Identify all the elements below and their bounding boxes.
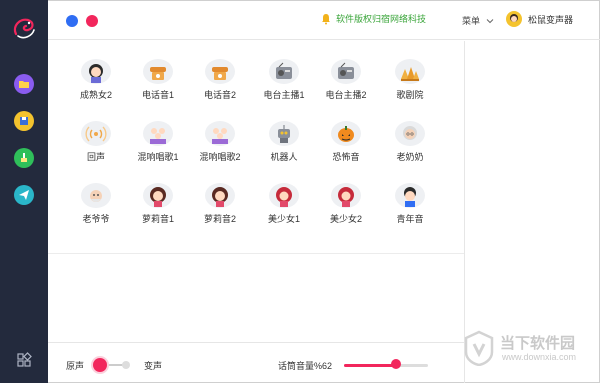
menu-label: 菜单: [462, 16, 481, 26]
opera-house-icon: [395, 59, 425, 84]
voice-toggle-end: [122, 361, 130, 369]
voice-item[interactable]: 青年音: [378, 165, 442, 225]
avatar: [506, 11, 522, 27]
voice-item[interactable]: 电话音1: [126, 41, 190, 101]
pumpkin-icon: [331, 121, 361, 146]
voice-item[interactable]: 老奶奶: [378, 103, 442, 163]
grandpa-icon: [81, 183, 111, 208]
voice-item[interactable]: 电台主播1: [252, 41, 316, 101]
mic-volume-label: 话筒音量%62: [278, 361, 333, 371]
sidebar-folder-button[interactable]: [14, 74, 34, 94]
changed-voice-label: 变声: [144, 361, 163, 371]
voice-item-label: 回声: [86, 152, 105, 162]
user-name: 松鼠变声器: [528, 14, 574, 25]
watermark-url: www.downxia.com: [502, 352, 577, 362]
voice-item-label: 美少女1: [267, 214, 300, 224]
radio-icon: [269, 59, 299, 84]
mic-volume-fill: [344, 364, 397, 367]
voice-item-label: 萝莉音1: [141, 214, 174, 224]
voice-item[interactable]: 美少女2: [314, 165, 378, 225]
voice-item[interactable]: 萝莉音2: [188, 165, 252, 225]
grid-divider: [48, 253, 464, 254]
voice-item[interactable]: 美少女1: [252, 165, 316, 225]
radio-icon: [331, 59, 361, 84]
copyright-notice: 软件版权归宿网络科技: [320, 12, 426, 25]
voice-item-label: 电话音1: [141, 90, 174, 100]
loli-girl-icon: [205, 183, 235, 208]
watermark-title: 当下软件园: [500, 335, 576, 352]
watermark: 当下软件园 www.downxia.com: [462, 330, 598, 380]
voice-item[interactable]: 电话音2: [188, 41, 252, 101]
choir-icon: [143, 121, 173, 146]
sidebar: [0, 0, 48, 383]
mic-volume-slider[interactable]: [344, 364, 428, 367]
beauty-girl-icon: [269, 183, 299, 208]
apps-grid-icon[interactable]: [16, 352, 32, 368]
voice-item-label: 萝莉音2: [203, 214, 236, 224]
telephone-icon: [143, 59, 173, 84]
header: 软件版权归宿网络科技 菜单 松鼠变声器: [48, 0, 600, 40]
sidebar-share-button[interactable]: [14, 185, 34, 205]
notice-text: 软件版权归宿网络科技: [336, 14, 427, 24]
voice-item-label: 老奶奶: [396, 152, 424, 162]
voice-item-label: 老爷爷: [82, 214, 110, 224]
voice-item-label: 青年音: [396, 214, 424, 224]
voice-item-label: 电台主播2: [325, 90, 367, 100]
voice-item[interactable]: 机器人: [252, 103, 316, 163]
voice-item[interactable]: 混响唱歌1: [126, 103, 190, 163]
voice-item[interactable]: 回声: [64, 103, 128, 163]
voice-toggle-knob[interactable]: [93, 358, 107, 372]
broom-icon: [21, 153, 27, 162]
blue-dot-button[interactable]: [66, 15, 78, 27]
original-voice-label: 原声: [66, 361, 85, 371]
voice-item-label: 电话音2: [203, 90, 236, 100]
robot-icon: [269, 121, 299, 146]
voice-item[interactable]: 成熟女2: [64, 41, 128, 101]
voice-item[interactable]: 萝莉音1: [126, 165, 190, 225]
mature-woman-icon: [81, 59, 111, 84]
voice-item-label: 美少女2: [329, 214, 362, 224]
voice-grid-panel: 成熟女2 电话音1 电话音2 电台主播1 电台主播2 歌剧院回声 混响唱歌1 混响唱歌2 机器人…: [48, 41, 464, 341]
watermark-logo-icon: [464, 330, 494, 366]
squirrel-logo-icon: [13, 18, 35, 39]
bottom-bar: 原声 变声 话筒音量%62: [48, 342, 464, 383]
folder-icon: [19, 81, 29, 88]
echo-icon: [81, 121, 111, 146]
paper-plane-icon: [19, 190, 29, 200]
voice-item[interactable]: 电台主播2: [314, 41, 378, 101]
sidebar-save-button[interactable]: [14, 111, 34, 131]
grandma-icon: [395, 121, 425, 146]
young-man-icon: [395, 183, 425, 208]
red-dot-button[interactable]: [86, 15, 98, 27]
voice-item-label: 成熟女2: [79, 90, 112, 100]
voice-item[interactable]: 混响唱歌2: [188, 103, 252, 163]
bell-icon: [322, 13, 330, 24]
voice-item-label: 电台主播1: [263, 90, 305, 100]
floppy-icon: [20, 117, 28, 125]
loli-girl-icon: [143, 183, 173, 208]
menu-dropdown[interactable]: 菜单: [462, 14, 494, 27]
voice-item-label: 机器人: [270, 152, 298, 162]
mic-volume-knob[interactable]: [391, 359, 402, 369]
user-profile[interactable]: 松鼠变声器: [506, 11, 573, 27]
voice-item[interactable]: 歌剧院: [378, 41, 442, 101]
chevron-down-icon: [486, 18, 494, 23]
voice-item-label: 恐怖音: [332, 152, 360, 162]
choir-icon: [205, 121, 235, 146]
telephone-icon: [205, 59, 235, 84]
voice-item-label: 歌剧院: [396, 90, 424, 100]
voice-item[interactable]: 老爷爷: [64, 165, 128, 225]
sidebar-clean-button[interactable]: [14, 148, 34, 168]
voice-item-label: 混响唱歌2: [199, 152, 241, 162]
beauty-girl-icon: [331, 183, 361, 208]
voice-item[interactable]: 恐怖音: [314, 103, 378, 163]
voice-item-label: 混响唱歌1: [137, 152, 179, 162]
